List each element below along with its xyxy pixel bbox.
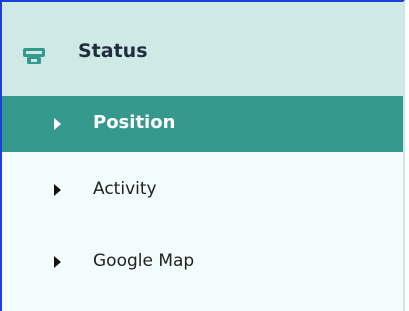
- menu-item-google-map[interactable]: Google Map: [2, 234, 403, 290]
- menu-item-label: Position: [93, 112, 176, 133]
- caret-right-icon: [54, 118, 61, 130]
- caret-right-icon: [54, 256, 61, 268]
- menu-item-label: Activity: [93, 179, 157, 199]
- status-section-header[interactable]: Status: [2, 2, 403, 96]
- menu-item-label: Google Map: [93, 251, 195, 271]
- router-icon: [23, 48, 45, 64]
- status-nav-panel: Status Position Activity Google Map: [0, 0, 405, 311]
- caret-right-icon: [54, 184, 61, 196]
- menu-item-position[interactable]: Position: [2, 96, 403, 152]
- section-title: Status: [78, 40, 148, 62]
- menu-item-activity[interactable]: Activity: [2, 162, 403, 218]
